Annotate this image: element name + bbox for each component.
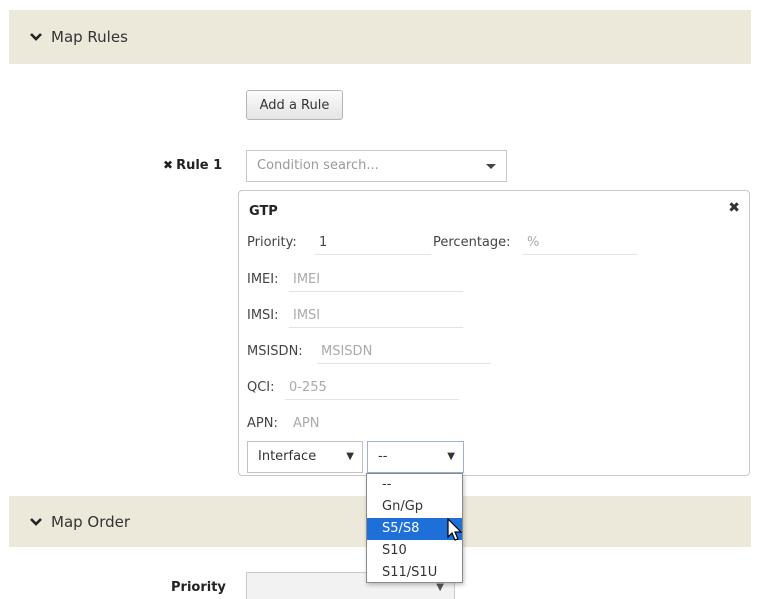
percentage-input[interactable]: %	[523, 233, 637, 255]
imei-input[interactable]: IMEI	[289, 270, 463, 292]
interface-value-select[interactable]: -- ▼	[367, 441, 464, 473]
chevron-down-icon	[30, 33, 42, 41]
caret-down-icon	[486, 164, 496, 169]
imsi-label: IMSI:	[247, 308, 279, 323]
rule-name: Rule 1	[176, 158, 223, 173]
percentage-label: Percentage:	[433, 235, 511, 250]
map-order-title: Map Order	[51, 512, 131, 531]
msisdn-field: MSISDN: MSISDN	[247, 344, 491, 364]
imsi-input[interactable]: IMSI	[289, 306, 463, 328]
gtp-condition-panel: GTP ✖ Priority: 1 Percentage: % IMEI: IM…	[238, 190, 750, 476]
add-rule-button[interactable]: Add a Rule	[246, 90, 343, 120]
apn-label: APN:	[247, 416, 278, 431]
caret-down-icon: ▼	[346, 451, 354, 462]
dropdown-option[interactable]: --	[367, 474, 462, 496]
apn-input[interactable]: APN	[289, 414, 463, 436]
apn-field: APN: APN	[247, 416, 319, 431]
qci-label: QCI:	[247, 380, 275, 395]
map-rules-title: Map Rules	[51, 28, 128, 46]
msisdn-label: MSISDN:	[247, 344, 303, 359]
dropdown-option[interactable]: S11/S1U	[367, 562, 462, 584]
map-rules-header[interactable]: Map Rules	[9, 10, 751, 64]
condition-search-placeholder: Condition search...	[257, 158, 379, 173]
gtp-title: GTP	[249, 204, 278, 219]
imei-label: IMEI:	[247, 272, 279, 287]
priority-label: Priority:	[247, 235, 297, 250]
condition-search-select[interactable]: Condition search...	[246, 150, 507, 182]
imei-field: IMEI: IMEI	[247, 272, 463, 292]
chevron-down-icon	[30, 517, 42, 526]
percentage-field: Percentage: %	[433, 235, 637, 255]
remove-rule-icon[interactable]: ✖	[163, 158, 173, 172]
priority-input[interactable]: 1	[315, 233, 431, 255]
priority-order-label: Priority	[171, 580, 226, 595]
close-icon[interactable]: ✖	[728, 200, 740, 216]
caret-down-icon: ▼	[447, 451, 455, 462]
interface-type-value: Interface	[258, 449, 317, 464]
dropdown-option[interactable]: Gn/Gp	[367, 496, 462, 518]
qci-field: QCI: 0-255	[247, 380, 459, 400]
interface-value-current: --	[378, 449, 388, 464]
interface-type-select[interactable]: Interface ▼	[247, 441, 363, 473]
priority-field: Priority: 1	[247, 235, 431, 255]
msisdn-input[interactable]: MSISDN	[317, 342, 491, 364]
qci-input[interactable]: 0-255	[285, 378, 459, 400]
rule-label: ✖ Rule 1	[163, 158, 222, 173]
dropdown-option[interactable]: S10	[367, 540, 462, 562]
mouse-cursor-icon	[447, 518, 463, 541]
imsi-field: IMSI: IMSI	[247, 308, 463, 328]
